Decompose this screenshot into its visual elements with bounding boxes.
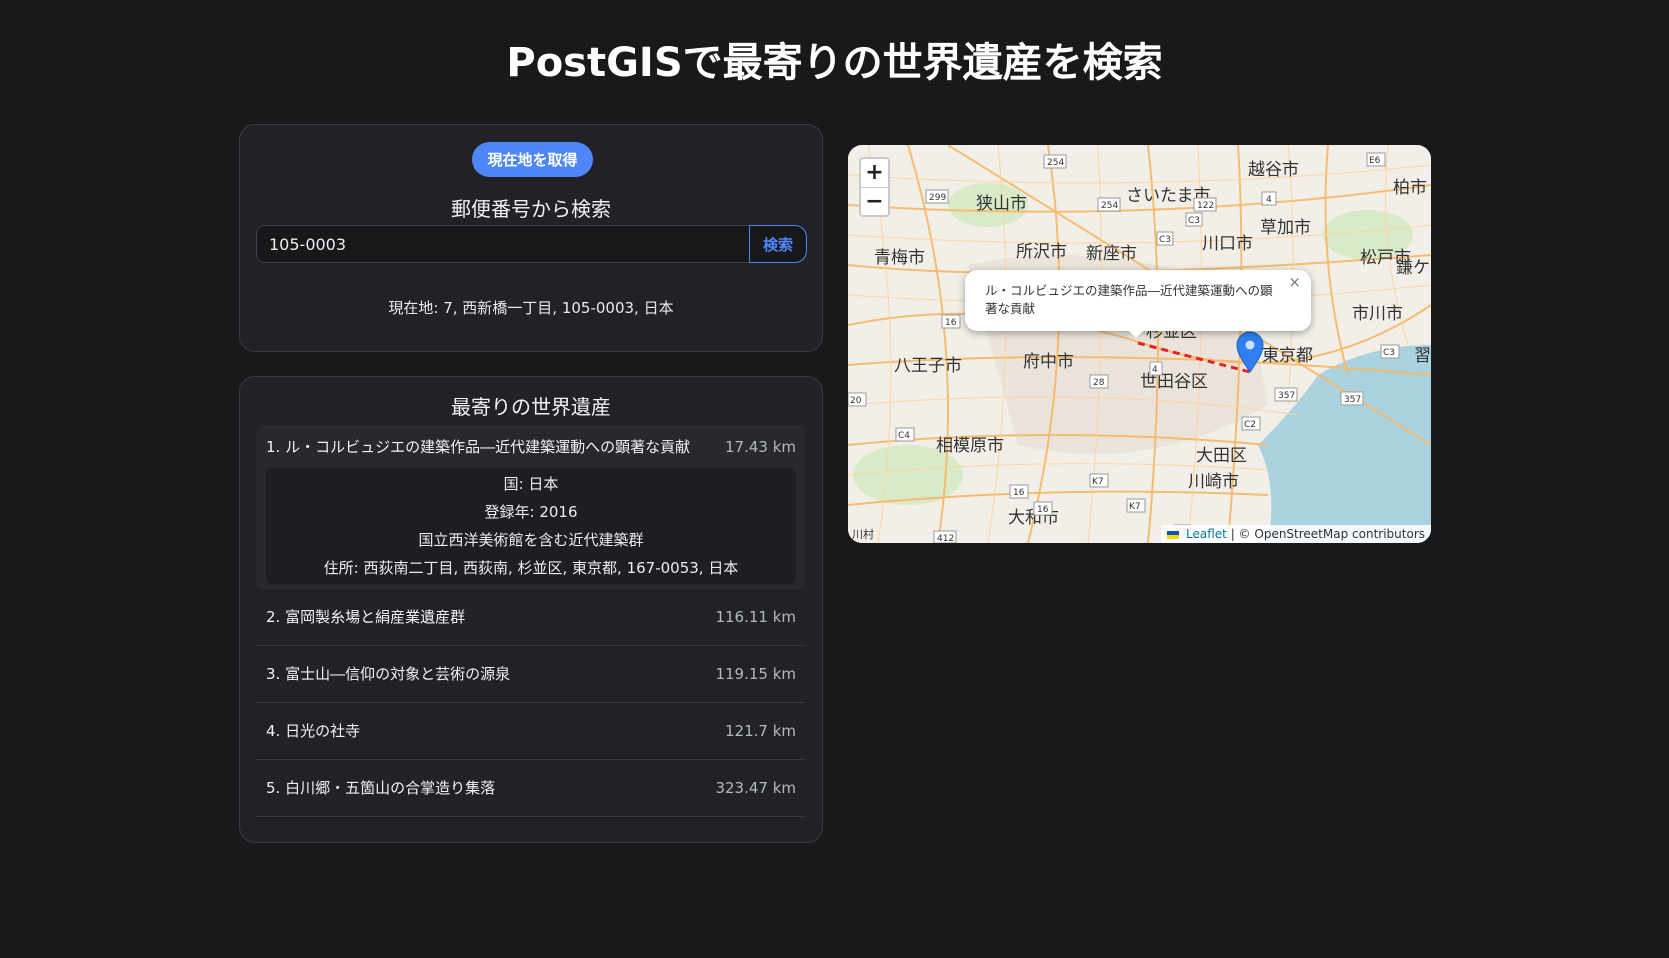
place-label: 川村 — [852, 527, 874, 541]
zip-search-heading: 郵便番号から検索 — [451, 197, 611, 221]
map-attribution: Leaflet | © OpenStreetMap contributors — [1161, 525, 1431, 543]
result-country: 国: 日本 — [503, 475, 559, 493]
map-tiles[interactable]: 越谷市 さいたま市 狭山市 草加市 柏市 所沢市 新座市 川口市 青梅市 松戸市… — [848, 145, 1431, 543]
attribution-text: | © OpenStreetMap contributors — [1230, 527, 1425, 541]
result-item-4[interactable]: 4. 日光の社寺 121.7 km — [256, 703, 806, 760]
page-title: PostGISで最寄りの世界遺産を検索 — [506, 40, 1163, 86]
road-label: K7 — [1092, 477, 1104, 487]
road-label: C3 — [1188, 216, 1200, 226]
popup-tip — [1126, 328, 1146, 338]
road-label: 357 — [1344, 395, 1361, 405]
road-label: 16 — [945, 318, 957, 328]
get-location-button[interactable]: 現在地を取得 — [472, 142, 593, 177]
result-distance: 121.7 km — [724, 721, 796, 740]
place-label: 川口市 — [1202, 234, 1253, 254]
road-label: 16 — [1013, 488, 1025, 498]
result-list: 1. ル・コルビュジエの建築作品―近代建築運動への顕著な貢献 17.43 km … — [256, 425, 806, 817]
place-label: 鎌ケ — [1396, 258, 1430, 278]
place-label: 府中市 — [1023, 352, 1074, 372]
result-detail: 国: 日本 登録年: 2016 国立西洋美術館を含む近代建築群 住所: 西荻南二… — [266, 468, 796, 584]
search-panel: 現在地を取得 郵便番号から検索 検索 現在地: 7, 西新橋一丁目, 105-0… — [239, 124, 823, 352]
road-label: C4 — [898, 431, 910, 441]
popup-close-button[interactable]: × — [1288, 273, 1301, 291]
leaflet-link[interactable]: Leaflet — [1186, 527, 1227, 541]
result-distance: 323.47 km — [715, 778, 796, 797]
result-distance: 116.11 km — [715, 607, 796, 626]
result-name: 2. 富岡製糸場と絹産業遺産群 — [266, 608, 466, 626]
place-label: 大田区 — [1196, 446, 1247, 466]
road-label: 254 — [1047, 158, 1064, 168]
place-label: 越谷市 — [1248, 160, 1299, 180]
zoom-out-button[interactable]: − — [861, 188, 888, 216]
place-label: 草加市 — [1260, 218, 1311, 238]
result-distance: 119.15 km — [715, 664, 796, 683]
result-address: 住所: 西荻南二丁目, 西荻南, 杉並区, 東京都, 167-0053, 日本 — [323, 559, 739, 577]
road-label: 20 — [850, 396, 862, 406]
place-label: 相模原市 — [936, 436, 1004, 456]
road-label: 16 — [1037, 505, 1049, 515]
road-label: C2 — [1244, 420, 1256, 430]
place-label: 東京都 — [1262, 346, 1313, 366]
road-label: 28 — [1093, 378, 1105, 388]
result-year: 登録年: 2016 — [484, 503, 578, 521]
result-name: 5. 白川郷・五箇山の合掌造り集落 — [266, 779, 496, 797]
road-label: 4 — [1152, 365, 1158, 375]
place-label: 川崎市 — [1188, 472, 1239, 492]
result-item-1[interactable]: 1. ル・コルビュジエの建築作品―近代建築運動への顕著な貢献 17.43 km … — [256, 425, 806, 589]
road-label: 357 — [1278, 391, 1295, 401]
map[interactable]: 越谷市 さいたま市 狭山市 草加市 柏市 所沢市 新座市 川口市 青梅市 松戸市… — [848, 145, 1431, 543]
popup-text: ル・コルビュジエの建築作品―近代建築運動への顕著な貢献 — [985, 283, 1273, 316]
place-label: 習 — [1414, 346, 1431, 366]
map-popup: ル・コルビュジエの建築作品―近代建築運動への顕著な貢献 × — [965, 270, 1311, 338]
result-name: 1. ル・コルビュジエの建築作品―近代建築運動への顕著な貢献 — [266, 438, 691, 456]
road-label: 412 — [937, 534, 954, 543]
place-label: 所沢市 — [1016, 242, 1067, 262]
place-label: 八王子市 — [894, 356, 962, 376]
road-label: 299 — [929, 193, 946, 203]
road-label: K7 — [1129, 502, 1141, 512]
result-name: 4. 日光の社寺 — [266, 722, 361, 740]
place-label: 狭山市 — [976, 194, 1027, 214]
place-label: 青梅市 — [874, 248, 925, 268]
zip-code-input[interactable] — [256, 225, 750, 263]
road-label: 122 — [1197, 201, 1214, 211]
result-item-3[interactable]: 3. 富士山―信仰の対象と芸術の源泉 119.15 km — [256, 646, 806, 703]
road-label: 4 — [1266, 195, 1272, 205]
current-location-text: 現在地: 7, 西新橋一丁目, 105-0003, 日本 — [388, 299, 674, 317]
zoom-in-button[interactable]: + — [861, 159, 888, 188]
result-item-5[interactable]: 5. 白川郷・五箇山の合掌造り集落 323.47 km — [256, 760, 806, 817]
results-panel: 最寄りの世界遺産 1. ル・コルビュジエの建築作品―近代建築運動への顕著な貢献 … — [239, 376, 823, 843]
road-label: 254 — [1101, 201, 1118, 211]
results-heading: 最寄りの世界遺産 — [451, 395, 611, 419]
search-button[interactable]: 検索 — [749, 225, 807, 263]
place-label: 新座市 — [1086, 244, 1137, 264]
place-label: 柏市 — [1393, 178, 1427, 198]
zoom-control: + − — [859, 157, 890, 217]
result-item-2[interactable]: 2. 富岡製糸場と絹産業遺産群 116.11 km — [256, 589, 806, 646]
result-subtitle: 国立西洋美術館を含む近代建築群 — [418, 531, 644, 549]
road-label: C3 — [1159, 235, 1171, 245]
road-label: C3 — [1383, 348, 1395, 358]
place-label: 市川市 — [1352, 304, 1403, 324]
road-label: E6 — [1369, 156, 1381, 166]
ukraine-flag-icon — [1167, 530, 1180, 539]
result-distance: 17.43 km — [724, 437, 796, 456]
result-name: 3. 富士山―信仰の対象と芸術の源泉 — [266, 665, 511, 683]
